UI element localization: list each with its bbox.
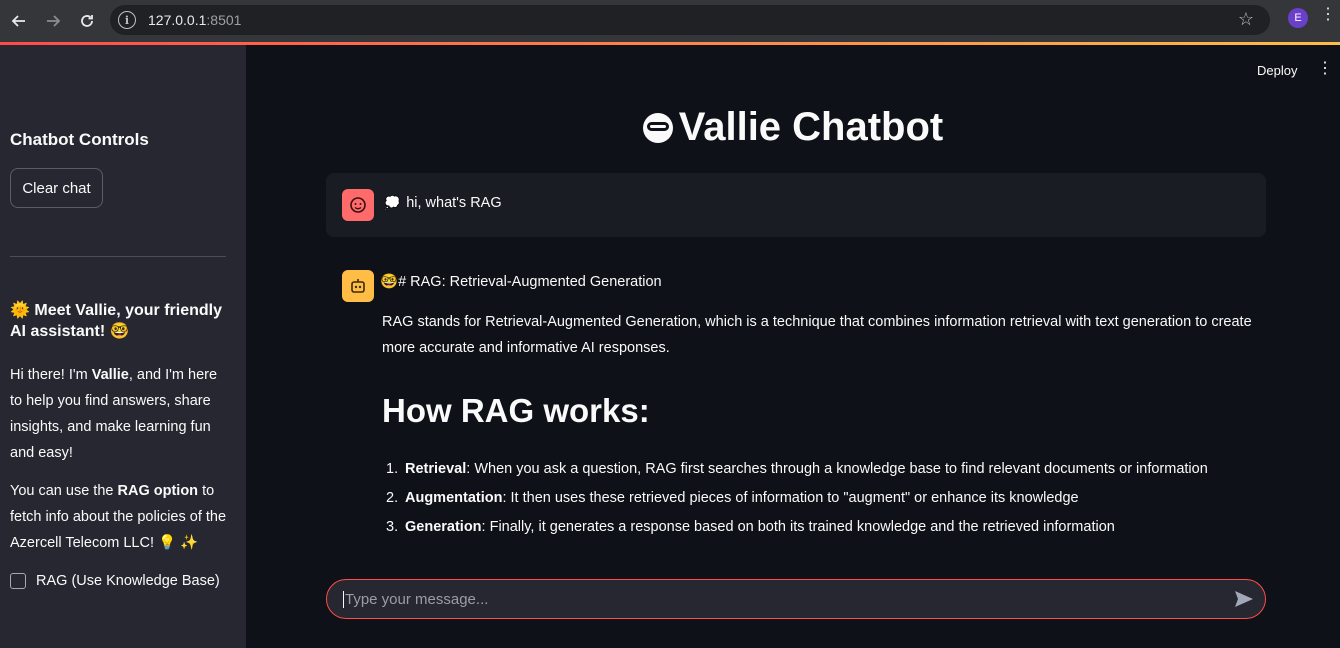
intro-name: Vallie [91,367,129,383]
list-item: 1. Retrieval: When you ask a question, RA… [382,455,1282,484]
address-bar[interactable]: i 127.0.0.1:8501 ☆ [110,5,1270,35]
user-message: 💭 hi, what's RAG [326,173,1266,237]
reload-icon[interactable] [72,6,102,36]
sidebar-title: Chatbot Controls [10,130,149,149]
step-term: Augmentation [405,490,503,506]
assistant-subheading: How RAG works: [382,392,650,429]
send-icon[interactable] [1233,588,1255,610]
back-arrow-icon[interactable] [4,6,34,36]
nerd-face-icon [642,113,673,143]
bookmark-star-icon[interactable]: ☆ [1238,9,1254,30]
site-info-icon[interactable]: i [118,11,136,29]
url-text: 127.0.0.1:8501 [148,12,241,28]
step-term: Retrieval [405,461,467,477]
step-number: 2. [386,490,399,506]
assistant-heading-text: # RAG: Retrieval-Augmented Generation [398,274,662,290]
step-term: Generation [405,519,482,535]
step-number: 1. [386,461,399,477]
deploy-button[interactable]: Deploy [1257,63,1297,78]
sun-icon: 🌞 [10,302,30,319]
step-text: : Finally, it generates a response based… [481,519,1115,535]
rag-option-term: RAG option [117,483,199,499]
step-number: 3. [386,519,399,535]
assistant-paragraph: RAG stands for Retrieval-Augmented Gener… [382,314,1252,356]
app-menu-icon[interactable]: ⋮ [1317,61,1333,77]
rag-info-text: You can use the [10,483,118,499]
user-message-content: hi, what's RAG [406,195,502,211]
forward-arrow-icon[interactable] [38,6,68,36]
list-item: 3. Generation: Finally, it generates a re… [382,513,1282,542]
sidebar-divider [10,256,226,257]
meet-vallie-heading: 🌞 Meet Vallie, your friendly AI assistan… [10,300,230,342]
rag-checkbox[interactable]: RAG (Use Knowledge Base) [10,573,220,589]
rag-info-paragraph: You can use the RAG option to fetch info… [10,478,232,556]
page-title: Vallie Chatbot [246,105,1340,150]
browser-menu-icon[interactable]: ⋮ [1320,7,1336,23]
chat-input-container[interactable] [326,579,1266,619]
url-port: :8501 [206,12,242,28]
bot-avatar-icon [342,270,374,302]
profile-avatar[interactable]: E [1288,8,1308,28]
step-text: : When you ask a question, RAG first sea… [466,461,1208,477]
clear-chat-button[interactable]: Clear chat [10,168,103,208]
step-text: : It then uses these retrieved pieces of… [502,490,1079,506]
user-message-text: 💭 hi, what's RAG [384,195,502,211]
rag-checkbox-box[interactable] [10,573,26,589]
intro-paragraph: Hi there! I'm Vallie, and I'm here to he… [10,362,232,466]
intro-text: Hi there! I'm [10,367,92,383]
glasses-emoji-icon: 🤓 [109,323,130,340]
rag-checkbox-label[interactable]: RAG (Use Knowledge Base) [36,573,220,589]
speech-bubble-icon: 💭 [384,195,401,210]
main-content: Deploy ⋮ Vallie Chatbot 💭 hi, what's RAG … [246,45,1340,648]
user-avatar-icon [342,189,374,221]
list-item: 2. Augmentation: It then uses these retri… [382,484,1282,513]
browser-toolbar: i 127.0.0.1:8501 ☆ E ⋮ [0,0,1340,42]
page-title-text: Vallie Chatbot [678,105,944,149]
url-host: 127.0.0.1 [148,12,207,28]
chat-input[interactable] [343,590,1233,608]
sidebar: Chatbot Controls Clear chat 🌞 Meet Valli… [0,45,246,648]
assistant-heading: 🤓# RAG: Retrieval-Augmented Generation [380,273,662,290]
steps-list: 1. Retrieval: When you ask a question, RA… [382,455,1282,542]
nerd-face-small-icon: 🤓 [380,274,399,290]
